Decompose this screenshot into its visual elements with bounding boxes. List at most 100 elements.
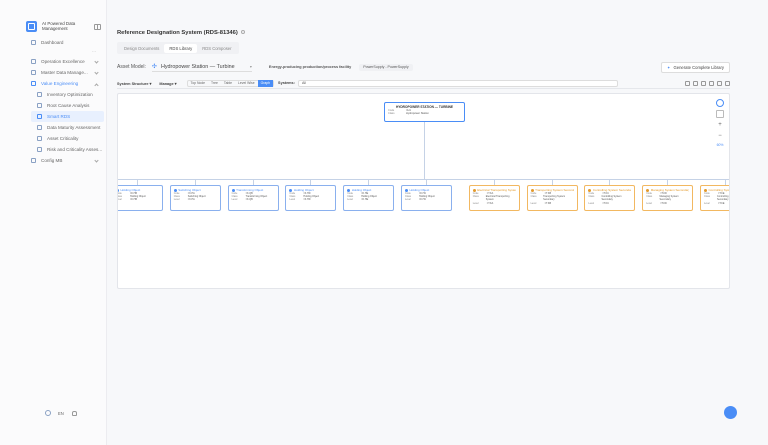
generate-library-label: Generate Complete Library (673, 64, 724, 70)
toolbar-icons (685, 80, 730, 86)
sidebar-item-asset-criticality[interactable]: Asset Criticality (0, 133, 107, 144)
asset-model-row: Asset Model: ✣ Hydropower Station — Turb… (117, 61, 730, 73)
sidebar-item-operation-excellence[interactable]: Operation Excellence (0, 56, 107, 67)
node-row-value: =K.HA (187, 198, 195, 202)
graph-node[interactable]: Holding ObjectCode=K.HBClassHolding Obje… (117, 185, 163, 211)
graph-node[interactable]: Switching Object Code =K.HA Class Switching … (169, 185, 221, 211)
copy-icon[interactable] (693, 80, 698, 86)
graph-node-row: Level =K.QB (232, 198, 275, 201)
trend-icon (37, 125, 42, 130)
graph-node[interactable]: Transporting System Secondary Code =T.KB Cl… (526, 185, 578, 211)
system-structure-dropdown[interactable]: System Structure ▾ (117, 81, 151, 86)
expand-icon[interactable] (709, 80, 714, 86)
asset-model-select[interactable]: ✣ Hydropower Station — Turbine ▾ (151, 62, 252, 72)
graph-node-row: Level =K.HC (405, 198, 448, 201)
graph-node-row: Level =T.KD (646, 202, 689, 205)
link-icon[interactable] (685, 80, 690, 86)
info-icon[interactable] (240, 30, 245, 34)
systems-label: Systems: (278, 81, 295, 85)
graph-node[interactable]: Transforming Object Code =K.QB Class Transfo… (227, 185, 279, 211)
generate-library-button[interactable]: ✦ Generate Complete Library (660, 61, 730, 73)
view-table[interactable]: Table (221, 80, 235, 87)
sidebar-item-master-data[interactable]: Master Data Manage... (0, 67, 107, 78)
sidebar-item-smart-rds[interactable]: Smart RDS (31, 111, 104, 122)
systems-select[interactable]: All (297, 79, 618, 87)
graph-node[interactable]: Electrical Transporting System Code =T.KA C… (468, 185, 520, 211)
connector-horizontal (118, 179, 729, 180)
assistant-fab-button[interactable] (724, 406, 737, 419)
graph-node[interactable]: Controlling System Secondary Code =T.KC Cla… (584, 185, 636, 211)
sidebar-footer: EN (45, 410, 77, 416)
sidebar-collapse-icon[interactable] (94, 24, 101, 30)
grid-icon[interactable] (717, 80, 722, 86)
sidebar-item-inventory-optimization[interactable]: Inventory Optimization (0, 89, 107, 100)
graph-node[interactable]: Controlling System SecondaryCode=T.KECla… (700, 185, 729, 211)
graph-node[interactable]: Holding Object Code =K.HC Class Holding Obje… (401, 185, 452, 211)
zoom-percent: 60% (716, 143, 724, 147)
graph-node-row: Level =K.HD (289, 198, 332, 201)
node-row-key: Level (405, 198, 411, 202)
view-top-node[interactable]: Top Node (188, 80, 209, 87)
dashboard-icon (31, 40, 36, 45)
node-row-value: =T.KB (544, 201, 552, 205)
view-graph[interactable]: Graph (257, 79, 274, 87)
sidebar-item-value-engineering[interactable]: Value Engineering (0, 78, 107, 89)
graph-node-row: Level =T.KC (588, 202, 631, 205)
view-level-wise[interactable]: Level Wise (235, 80, 258, 87)
brand-name: AI Powered Data Management (42, 21, 76, 32)
graph-node[interactable]: Holding Object Code =K.HD Class Holding Obje… (285, 185, 337, 211)
graph-node[interactable]: Holding Object Code =K.HE Class Holding Obje… (343, 185, 395, 211)
node-row-key: Level (704, 201, 710, 205)
graph-node[interactable]: Managing System Secondary Code =T.KD Class M… (642, 185, 694, 211)
chevron-up-icon (94, 83, 99, 88)
node-row-key: Level (530, 201, 537, 205)
zoom-in-icon[interactable]: + (716, 121, 724, 129)
sidebar-item-risk-criticality[interactable]: Risk and Criticality Asses... (0, 144, 107, 155)
brand-logo-icon (26, 21, 37, 32)
language-select[interactable]: EN (58, 411, 64, 416)
tab-rds-library[interactable]: RDS Library (164, 43, 198, 53)
chevron-down-icon (94, 70, 99, 75)
brand[interactable]: AI Powered Data Management (26, 21, 92, 32)
bell-icon[interactable] (71, 410, 77, 416)
zoom-controls: + − 60% (716, 99, 724, 147)
sidebar-item-data-maturity[interactable]: Data Maturity Assessment (0, 122, 107, 133)
user-icon[interactable] (45, 410, 51, 416)
layout-icon[interactable] (716, 110, 724, 118)
shield-icon (37, 147, 42, 152)
chevron-down-icon (94, 158, 99, 163)
fullscreen-icon[interactable] (725, 80, 730, 86)
view-tree[interactable]: Tree (208, 80, 221, 87)
nav-control-icons[interactable]: ⋯ (92, 49, 98, 54)
search-icon (37, 103, 42, 108)
nav-separator: ⋯ (0, 48, 107, 56)
refresh-icon[interactable] (701, 80, 706, 86)
node-row-value: =K.HD (303, 198, 311, 202)
toolbar: System Structure ▾ Manage ▾ Top Node Tre… (117, 78, 730, 89)
database-icon (31, 70, 36, 75)
sidebar-item-config-mb[interactable]: Config MB (0, 155, 107, 166)
node-row-key: Level (173, 198, 180, 202)
sidebar-item-dashboard[interactable]: Dashboard (0, 37, 107, 48)
page-title-text: Reference Designation System (RDS-81346) (117, 30, 238, 36)
root-row-value: Hydropower Station (406, 112, 429, 116)
node-row-value: =K.HB (130, 198, 137, 202)
root-node[interactable]: HYDROPOWER STATION — TURBINE Code =H1 Cla… (384, 102, 465, 122)
fit-view-icon[interactable] (716, 99, 724, 107)
asset-model-label: Asset Model: (117, 64, 146, 70)
warning-icon (37, 136, 42, 141)
node-row-key: Level (289, 198, 296, 202)
sidebar-item-root-cause-analysis[interactable]: Root Cause Analysis (0, 100, 107, 111)
node-row-key: Level (588, 201, 595, 205)
node-row-value: =K.HC (419, 198, 427, 202)
graph-canvas[interactable]: HYDROPOWER STATION — TURBINE Code =H1 Cla… (117, 93, 730, 289)
tab-design-documents[interactable]: Design Documents (119, 44, 164, 53)
graph-node-row: Level =K.HE (347, 198, 390, 201)
node-row-value: =K.QB (245, 198, 253, 202)
tab-rds-composer[interactable]: RDS Composer (197, 44, 236, 53)
zoom-out-icon[interactable]: − (716, 132, 724, 140)
manage-dropdown[interactable]: Manage ▾ (159, 81, 176, 86)
node-row-key: Level (117, 198, 122, 202)
tree-icon (37, 114, 42, 119)
systems-value: All (301, 81, 306, 85)
